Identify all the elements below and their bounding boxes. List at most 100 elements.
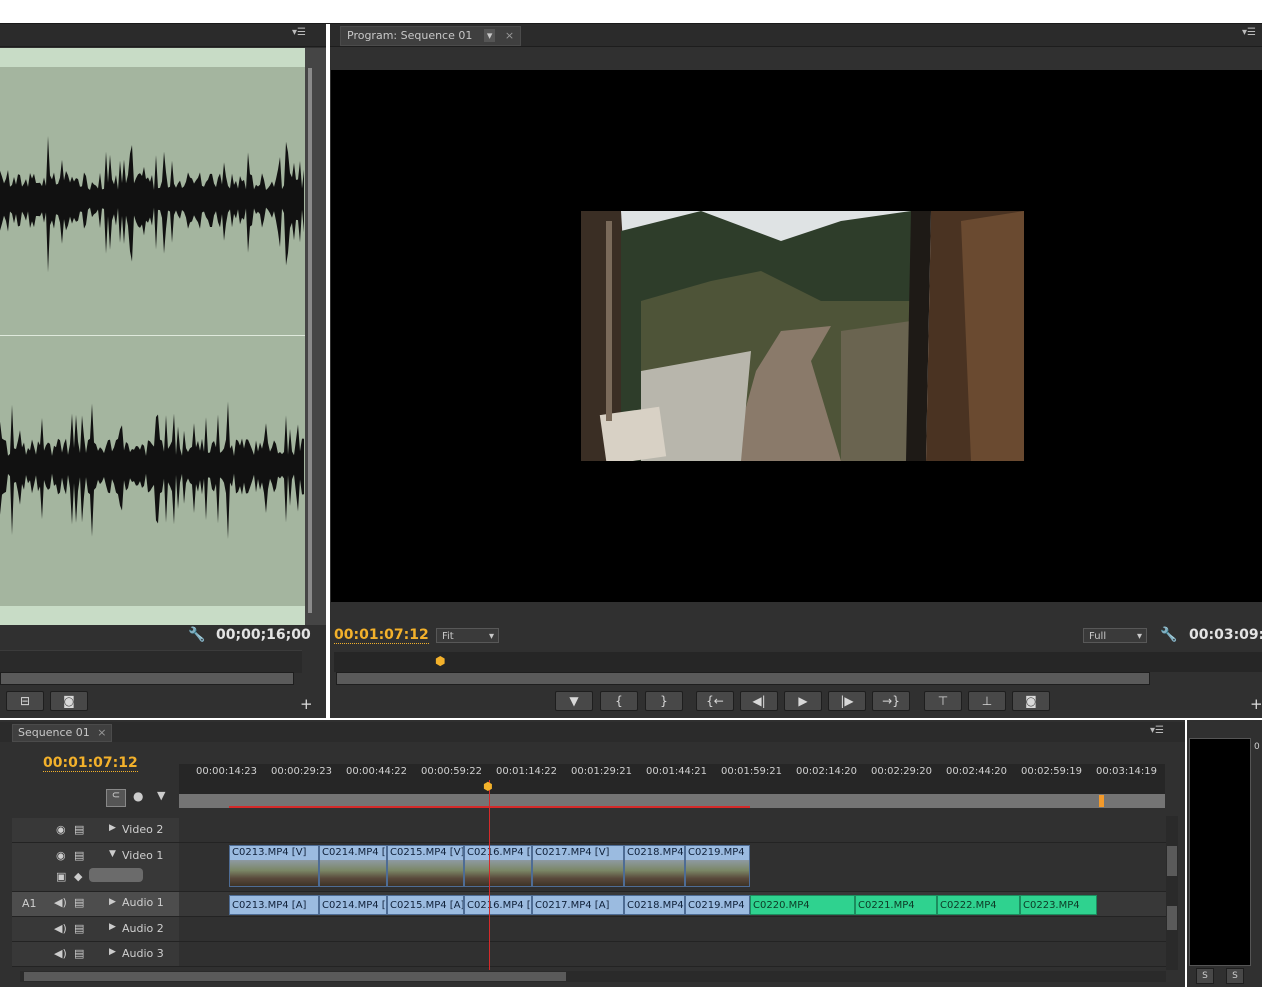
marker-icon: ▼ xyxy=(569,694,579,708)
linked-selection-icon[interactable]: ● xyxy=(133,789,143,803)
video-clip[interactable]: C0213.MP4 [V] xyxy=(229,845,319,887)
panel-menu-icon[interactable]: ▾☰ xyxy=(1242,27,1256,38)
playhead-line[interactable] xyxy=(489,780,490,970)
audio-clip[interactable]: C0215.MP4 [A] xyxy=(387,895,464,915)
tab-program[interactable]: Program: Sequence 01 ▾ × xyxy=(340,26,522,46)
lock-icon[interactable]: ▤ xyxy=(74,823,84,836)
expand-track-icon[interactable]: ▶ xyxy=(109,897,116,907)
keyframe-nav[interactable] xyxy=(89,868,143,882)
audio-clip[interactable]: C0219.MP4 xyxy=(685,895,750,915)
ruler-tick-label: 00:02:29:20 xyxy=(871,766,933,777)
audio-clip[interactable]: C0220.MP4 xyxy=(750,895,855,915)
speaker-icon[interactable]: ◀) xyxy=(54,922,67,935)
audio-clip[interactable]: C0216.MP4 [ xyxy=(464,895,532,915)
audio1-target-button[interactable]: A1 xyxy=(12,892,46,916)
work-area-bar[interactable] xyxy=(179,794,1165,808)
track-header-video2[interactable]: ◉ ▤ ▶ Video 2 xyxy=(12,818,179,842)
extract-button[interactable]: ⊥ xyxy=(968,691,1006,711)
video-clip[interactable]: C0218.MP4 xyxy=(624,845,685,887)
step-back-button[interactable]: ◀| xyxy=(740,691,778,711)
expand-track-icon[interactable]: ▶ xyxy=(109,922,116,932)
play-button[interactable]: ▶ xyxy=(784,691,822,711)
eye-icon[interactable]: ◉ xyxy=(56,849,66,862)
lock-icon[interactable]: ▤ xyxy=(74,896,84,909)
track-header-audio3[interactable]: ◀) ▤ ▶ Audio 3 xyxy=(12,942,179,966)
track-header-audio2[interactable]: ◀) ▤ ▶ Audio 2 xyxy=(12,917,179,941)
audio-clip[interactable]: C0221.MP4 xyxy=(855,895,937,915)
tab-sequence-01[interactable]: Sequence 01 × xyxy=(12,724,113,742)
waveform-scale xyxy=(305,48,326,625)
video-clip[interactable]: C0216.MP4 [ xyxy=(464,845,532,887)
panel-menu-icon[interactable]: ▾☰ xyxy=(1150,725,1164,736)
playback-resolution-select[interactable]: Full ▾ xyxy=(1083,628,1147,643)
program-zoom-scrollbar[interactable] xyxy=(336,672,1150,685)
program-timecode[interactable]: 00:01:07:12 xyxy=(334,627,429,644)
wrench-icon[interactable]: 🔧 xyxy=(188,627,205,643)
audio-clip[interactable]: C0213.MP4 [A] xyxy=(229,895,319,915)
export-frame-button[interactable]: ◙ xyxy=(1012,691,1050,711)
video-clip[interactable]: C0214.MP4 [ xyxy=(319,845,387,887)
expand-track-icon[interactable]: ▶ xyxy=(109,947,116,957)
track-header-video1[interactable]: ◉ ▤ ▼ Video 1 ▣ ◆ xyxy=(12,843,179,891)
track-name-audio3: Audio 3 xyxy=(122,947,164,960)
keyframe-icon[interactable]: ◆ xyxy=(74,870,82,883)
audio-clip[interactable]: C0222.MP4 xyxy=(937,895,1020,915)
expand-track-icon[interactable]: ▶ xyxy=(109,823,116,833)
audio-clip[interactable]: C0217.MP4 [A] xyxy=(532,895,624,915)
overwrite-button[interactable]: ⊟ xyxy=(6,691,44,711)
audio-clip[interactable]: C0223.MP4 xyxy=(1020,895,1097,915)
zoom-select[interactable]: Fit ▾ xyxy=(436,628,499,643)
sequence-timecode[interactable]: 00:01:07:12 xyxy=(43,755,138,772)
program-time-ruler[interactable]: ⬢ xyxy=(334,652,1262,672)
collapse-track-icon[interactable]: ▼ xyxy=(109,849,116,859)
video-clip[interactable]: C0217.MP4 [V] xyxy=(532,845,624,887)
clip-label: C0215.MP4 [A] xyxy=(390,900,464,911)
audio-waveform[interactable] xyxy=(0,48,305,625)
mark-out-button[interactable]: } xyxy=(645,691,683,711)
add-marker-icon[interactable]: ▼ xyxy=(157,789,165,802)
source-zoom-scrollbar[interactable] xyxy=(0,672,294,685)
display-style-icon[interactable]: ▣ xyxy=(56,870,66,883)
audio-meter xyxy=(1189,738,1251,966)
add-button-icon[interactable]: + xyxy=(1250,695,1262,713)
solo-left-button[interactable]: S xyxy=(1196,968,1214,984)
speaker-icon[interactable]: ◀) xyxy=(54,896,67,909)
lock-icon[interactable]: ▤ xyxy=(74,849,84,862)
chevron-down-icon: ▾ xyxy=(488,631,494,642)
ruler-tick-label: 00:02:14:20 xyxy=(796,766,858,777)
timeline-vertical-scrollbar[interactable] xyxy=(1166,816,1178,970)
audio-clip[interactable]: C0214.MP4 [ xyxy=(319,895,387,915)
solo-right-button[interactable]: S xyxy=(1226,968,1244,984)
mark-in-button[interactable]: { xyxy=(600,691,638,711)
close-icon[interactable]: × xyxy=(505,29,514,42)
track-header-audio1[interactable]: ◀) ▤ ▶ Audio 1 xyxy=(46,892,179,916)
snap-button[interactable]: ⊂ xyxy=(106,789,126,807)
playhead-marker-icon[interactable]: ⬢ xyxy=(483,780,495,793)
lift-button[interactable]: ⊤ xyxy=(924,691,962,711)
source-timecode[interactable]: 00;00;16;00 xyxy=(216,627,311,643)
go-to-in-button[interactable]: {← xyxy=(696,691,734,711)
go-to-out-button[interactable]: →} xyxy=(872,691,910,711)
solo-right-label: S xyxy=(1232,971,1238,981)
panel-menu-icon[interactable]: ▾☰ xyxy=(292,27,306,38)
timeline-horizontal-scrollbar[interactable] xyxy=(20,971,1166,982)
video-clip[interactable]: C0215.MP4 [V] xyxy=(387,845,464,887)
go-to-out-icon: →} xyxy=(882,694,900,708)
audio-clip[interactable]: C0218.MP4 xyxy=(624,895,685,915)
lock-icon[interactable]: ▤ xyxy=(74,922,84,935)
video-clip[interactable]: C0219.MP4 xyxy=(685,845,750,887)
export-frame-button[interactable]: ◙ xyxy=(50,691,88,711)
chevron-down-icon[interactable]: ▾ xyxy=(483,29,496,42)
clip-thumbnail xyxy=(686,860,749,886)
speaker-icon[interactable]: ◀) xyxy=(54,947,67,960)
close-icon[interactable]: × xyxy=(97,726,106,739)
add-button-icon[interactable]: + xyxy=(300,695,313,713)
work-area-end-handle[interactable] xyxy=(1099,795,1104,807)
eye-icon[interactable]: ◉ xyxy=(56,823,66,836)
playhead-marker-icon[interactable]: ⬢ xyxy=(435,654,445,668)
add-marker-button[interactable]: ▼ xyxy=(555,691,593,711)
source-scrub-bar[interactable] xyxy=(0,650,302,673)
lock-icon[interactable]: ▤ xyxy=(74,947,84,960)
wrench-icon[interactable]: 🔧 xyxy=(1160,627,1177,643)
step-forward-button[interactable]: |▶ xyxy=(828,691,866,711)
